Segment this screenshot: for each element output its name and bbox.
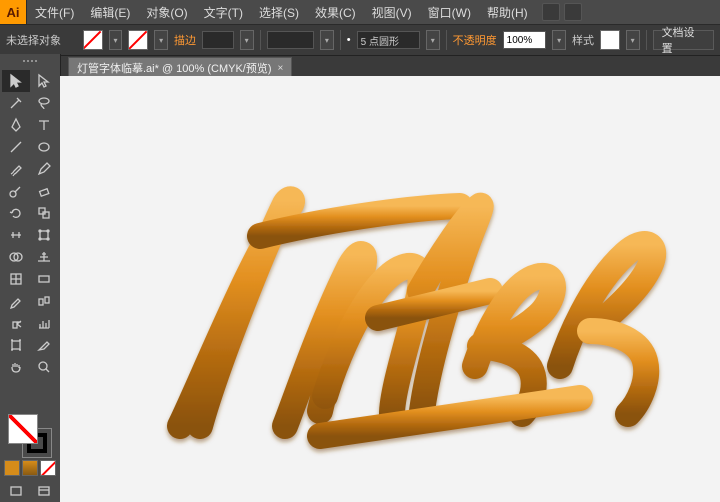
- eraser-tool[interactable]: [30, 180, 58, 202]
- stroke-weight-input[interactable]: [202, 31, 234, 49]
- fill-swatch[interactable]: [83, 30, 103, 50]
- menu-edit[interactable]: 编辑(E): [82, 0, 138, 24]
- perspective-grid-tool[interactable]: [30, 246, 58, 268]
- color-mode-gradient[interactable]: [22, 460, 38, 476]
- document-tab-title: 灯管字体临摹.ai* @ 100% (CMYK/预览): [77, 60, 272, 76]
- zoom-tool[interactable]: [30, 356, 58, 378]
- lasso-tool[interactable]: [30, 92, 58, 114]
- fill-dropdown[interactable]: [109, 30, 123, 50]
- stroke-dropdown[interactable]: [154, 30, 168, 50]
- selection-status: 未选择对象: [6, 32, 61, 48]
- stroke-weight-dropdown[interactable]: [240, 30, 254, 50]
- line-tool[interactable]: [2, 136, 30, 158]
- opacity-label: 不透明度: [453, 32, 497, 48]
- direct-selection-tool[interactable]: [30, 70, 58, 92]
- pencil-tool[interactable]: [30, 158, 58, 180]
- free-transform-tool[interactable]: [30, 224, 58, 246]
- layout-icon-2[interactable]: [564, 3, 582, 21]
- menu-type[interactable]: 文字(T): [196, 0, 251, 24]
- selection-tool[interactable]: [2, 70, 30, 92]
- toolbox: [0, 54, 61, 502]
- menu-help[interactable]: 帮助(H): [479, 0, 536, 24]
- close-tab-icon[interactable]: ×: [278, 63, 284, 74]
- rotate-tool[interactable]: [2, 202, 30, 224]
- control-bar: 未选择对象 描边 • 5 点圆形 不透明度 100% 样式 文档设置: [0, 25, 720, 56]
- artboard-tool[interactable]: [2, 334, 30, 356]
- layout-icon[interactable]: [542, 3, 560, 21]
- pen-tool[interactable]: [2, 114, 30, 136]
- graph-tool[interactable]: [30, 312, 58, 334]
- doc-setup-button[interactable]: 文档设置: [653, 30, 714, 50]
- artwork-3d-lettering[interactable]: [140, 136, 720, 466]
- color-mode-row: [4, 460, 56, 476]
- blend-tool[interactable]: [30, 290, 58, 312]
- shape-builder-tool[interactable]: [2, 246, 30, 268]
- slice-tool[interactable]: [30, 334, 58, 356]
- blob-brush-tool[interactable]: [2, 180, 30, 202]
- style-dropdown[interactable]: [626, 30, 640, 50]
- profile-dropdown[interactable]: [320, 30, 334, 50]
- menu-file[interactable]: 文件(F): [27, 0, 82, 24]
- canvas[interactable]: [60, 76, 720, 502]
- document-tab[interactable]: 灯管字体临摹.ai* @ 100% (CMYK/预览) ×: [68, 57, 292, 78]
- hand-tool[interactable]: [2, 356, 30, 378]
- screen-mode-normal[interactable]: [2, 480, 30, 502]
- stroke-swatch[interactable]: [128, 30, 148, 50]
- menu-view[interactable]: 视图(V): [364, 0, 420, 24]
- menu-bar: Ai 文件(F) 编辑(E) 对象(O) 文字(T) 选择(S) 效果(C) 视…: [0, 0, 720, 25]
- brush-dropdown[interactable]: [426, 30, 440, 50]
- opacity-input[interactable]: 100%: [503, 31, 547, 49]
- eyedropper-tool[interactable]: [2, 290, 30, 312]
- menu-object[interactable]: 对象(O): [138, 0, 195, 24]
- symbol-sprayer-tool[interactable]: [2, 312, 30, 334]
- fill-box[interactable]: [8, 414, 38, 444]
- scale-tool[interactable]: [30, 202, 58, 224]
- profile-select[interactable]: [267, 31, 314, 49]
- stroke-label: 描边: [174, 32, 196, 48]
- screen-mode-toggle[interactable]: [30, 480, 58, 502]
- gradient-tool[interactable]: [30, 268, 58, 290]
- type-tool[interactable]: [30, 114, 58, 136]
- brush-select[interactable]: 5 点圆形: [357, 31, 420, 49]
- color-mode-none[interactable]: [40, 460, 56, 476]
- style-swatch[interactable]: [600, 30, 620, 50]
- opacity-dropdown[interactable]: [552, 30, 566, 50]
- style-label: 样式: [572, 32, 594, 48]
- app-logo: Ai: [0, 0, 27, 24]
- menu-effect[interactable]: 效果(C): [307, 0, 364, 24]
- width-tool[interactable]: [2, 224, 30, 246]
- menu-select[interactable]: 选择(S): [251, 0, 307, 24]
- panel-grip[interactable]: [5, 60, 55, 66]
- menu-window[interactable]: 窗口(W): [420, 0, 479, 24]
- color-mode-solid[interactable]: [4, 460, 20, 476]
- fill-stroke-control[interactable]: [8, 414, 52, 458]
- paintbrush-tool[interactable]: [2, 158, 30, 180]
- magic-wand-tool[interactable]: [2, 92, 30, 114]
- mesh-tool[interactable]: [2, 268, 30, 290]
- shape-tool[interactable]: [30, 136, 58, 158]
